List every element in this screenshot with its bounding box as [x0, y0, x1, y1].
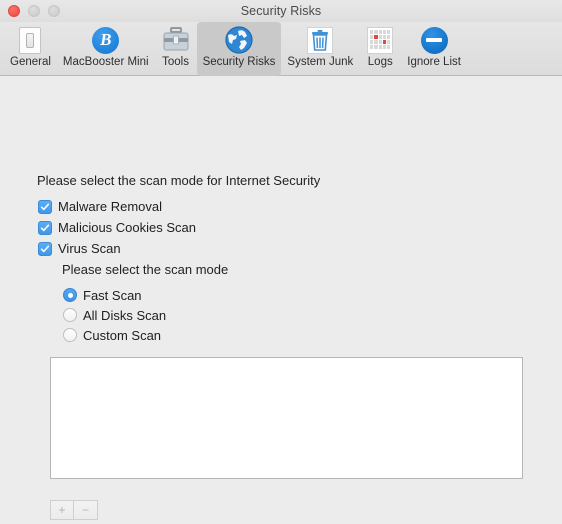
checkbox-virus-scan-label: Virus Scan [58, 241, 121, 256]
radio-custom-scan[interactable]: Custom Scan [63, 325, 166, 345]
toolbar-item-tools[interactable]: Tools [155, 22, 197, 76]
toolbar-item-general-label: General [10, 56, 51, 68]
content-pane: Please select the scan mode for Internet… [0, 76, 562, 524]
add-path-button[interactable]: + [50, 500, 74, 520]
no-entry-icon [419, 25, 449, 55]
checkmark-icon [38, 241, 52, 256]
toolbar-item-ignore-list[interactable]: Ignore List [401, 22, 467, 76]
close-window-icon[interactable] [8, 5, 20, 17]
path-list-stepper: + − [50, 500, 98, 520]
zoom-window-icon[interactable] [48, 5, 60, 17]
scan-mode-prompt: Please select the scan mode for Internet… [37, 173, 321, 188]
checkmark-icon [38, 199, 52, 214]
checkbox-malware-removal[interactable]: Malware Removal [38, 196, 196, 217]
toolbar-item-general[interactable]: General [4, 22, 57, 76]
toolbox-icon [161, 25, 191, 55]
remove-path-button[interactable]: − [74, 500, 98, 520]
traffic-lights [8, 0, 60, 22]
radio-unselected-icon [63, 308, 77, 322]
scan-type-checkbox-group: Malware Removal Malicious Cookies Scan V… [38, 196, 196, 259]
toolbar-item-logs-label: Logs [367, 56, 393, 68]
checkbox-virus-scan[interactable]: Virus Scan [38, 238, 196, 259]
titlebar: Security Risks [0, 0, 562, 22]
checkbox-malware-removal-label: Malware Removal [58, 199, 163, 214]
window-title: Security Risks [240, 4, 322, 18]
minimize-window-icon[interactable] [28, 5, 40, 17]
radio-fast-scan[interactable]: Fast Scan [63, 285, 166, 305]
toolbar-item-logs[interactable]: Logs [359, 22, 401, 76]
toolbar-item-macbooster-mini[interactable]: B MacBooster Mini [57, 22, 155, 76]
toolbar: General B MacBooster Mini Tools Security… [0, 22, 562, 76]
toolbar-item-tools-label: Tools [162, 56, 189, 68]
app-window: Security Risks General B MacBooster Mini [0, 0, 562, 524]
radio-selected-icon [63, 288, 77, 302]
scan-mode-radio-group: Fast Scan All Disks Scan Custom Scan [63, 285, 166, 345]
checkbox-malicious-cookies-scan-label: Malicious Cookies Scan [58, 220, 197, 235]
toolbar-item-security-risks[interactable]: Security Risks [196, 22, 282, 76]
custom-scan-path-list[interactable] [50, 357, 523, 479]
calendar-icon [365, 25, 395, 55]
radio-unselected-icon [63, 328, 77, 342]
radio-all-disks-scan-label: All Disks Scan [83, 307, 167, 323]
toolbar-item-system-junk[interactable]: System Junk [281, 22, 359, 76]
radio-all-disks-scan[interactable]: All Disks Scan [63, 305, 166, 325]
scan-mode-sub-prompt: Please select the scan mode [62, 262, 229, 277]
toolbar-item-system-junk-label: System Junk [287, 56, 354, 68]
globe-icon [224, 25, 254, 55]
switch-plate-icon [15, 25, 45, 55]
toolbar-item-ignore-list-label: Ignore List [407, 56, 461, 68]
radio-fast-scan-label: Fast Scan [83, 287, 142, 303]
trash-can-icon [305, 25, 335, 55]
macbooster-b-icon: B [91, 25, 121, 55]
checkmark-icon [38, 220, 52, 235]
toolbar-item-security-risks-label: Security Risks [202, 56, 276, 68]
toolbar-item-macbooster-mini-label: MacBooster Mini [62, 56, 149, 68]
radio-custom-scan-label: Custom Scan [83, 327, 162, 343]
checkbox-malicious-cookies-scan[interactable]: Malicious Cookies Scan [38, 217, 196, 238]
